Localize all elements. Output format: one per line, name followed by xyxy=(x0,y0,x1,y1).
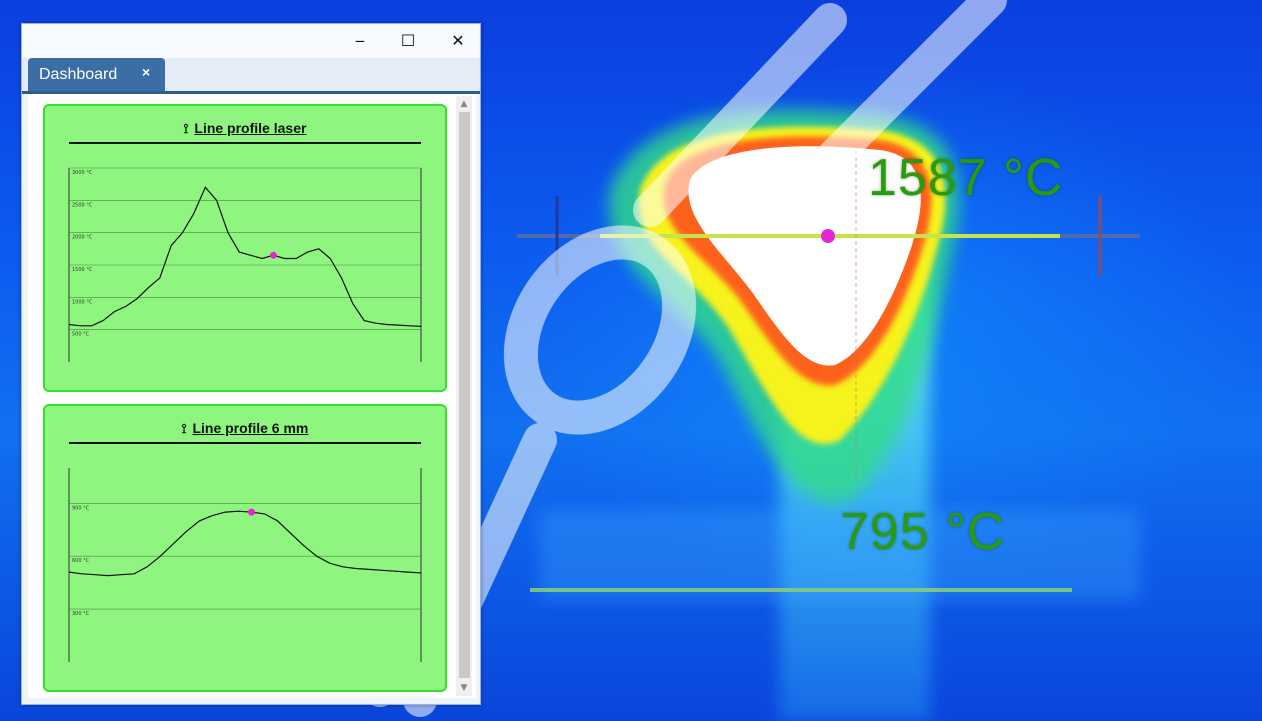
y-tick-label: 900 °C xyxy=(72,505,90,511)
tab-close-icon[interactable]: × xyxy=(142,64,150,80)
scroll-down-icon[interactable]: ▼ xyxy=(458,682,470,694)
cursor-marker xyxy=(248,508,256,516)
window-titlebar[interactable]: ‒ ☐ ✕ xyxy=(22,24,480,58)
y-tick-label: 600 °C xyxy=(72,558,90,564)
min-temperature-label: 795 °C xyxy=(840,503,1006,561)
maximize-button[interactable]: ☐ xyxy=(394,30,422,52)
tab-label: Dashboard xyxy=(39,66,118,83)
panel-line-profile-laser: ⟟ Line profile laser 3000 °C 2500 °C 2000 °… xyxy=(43,104,447,392)
y-tick-label: 1000 °C xyxy=(72,299,93,305)
line-chart-laser: 3000 °C 2500 °C 2000 °C 1500 °C 1000 °C 500 °… xyxy=(68,167,422,362)
thermal-marker xyxy=(821,229,835,243)
y-tick-label: 3000 °C xyxy=(72,170,93,176)
series-line xyxy=(68,510,422,577)
dashboard-content: ⟟ Line profile laser 3000 °C 2500 °C 2000 °… xyxy=(28,94,476,698)
close-button[interactable]: ✕ xyxy=(444,30,472,52)
max-temperature-label: 1587 °C xyxy=(868,149,1064,207)
y-tick-label: 300 °C xyxy=(72,611,90,617)
minimize-button[interactable]: ‒ xyxy=(346,30,374,52)
panel-line-profile-6mm: ⟟ Line profile 6 mm 900 °C 600 °C 300 °C xyxy=(43,404,447,692)
tab-bar: Dashboard × xyxy=(22,58,480,94)
y-tick-label: 1500 °C xyxy=(72,267,93,273)
scroll-up-icon[interactable]: ▲ xyxy=(458,98,470,110)
y-tick-label: 2500 °C xyxy=(72,202,93,208)
cursor-marker xyxy=(269,251,277,259)
y-tick-label: 500 °C xyxy=(72,332,90,338)
series-line xyxy=(68,186,422,327)
tab-dashboard[interactable]: Dashboard × xyxy=(28,58,165,91)
dashboard-window: ‒ ☐ ✕ Dashboard × ⟟ Line profile laser 30… xyxy=(21,23,481,705)
vertical-scrollbar[interactable]: ▲ ▼ xyxy=(456,96,472,696)
scroll-thumb[interactable] xyxy=(459,112,470,678)
y-tick-label: 2000 °C xyxy=(72,235,93,241)
line-chart-6mm: 900 °C 600 °C 300 °C xyxy=(68,468,422,662)
